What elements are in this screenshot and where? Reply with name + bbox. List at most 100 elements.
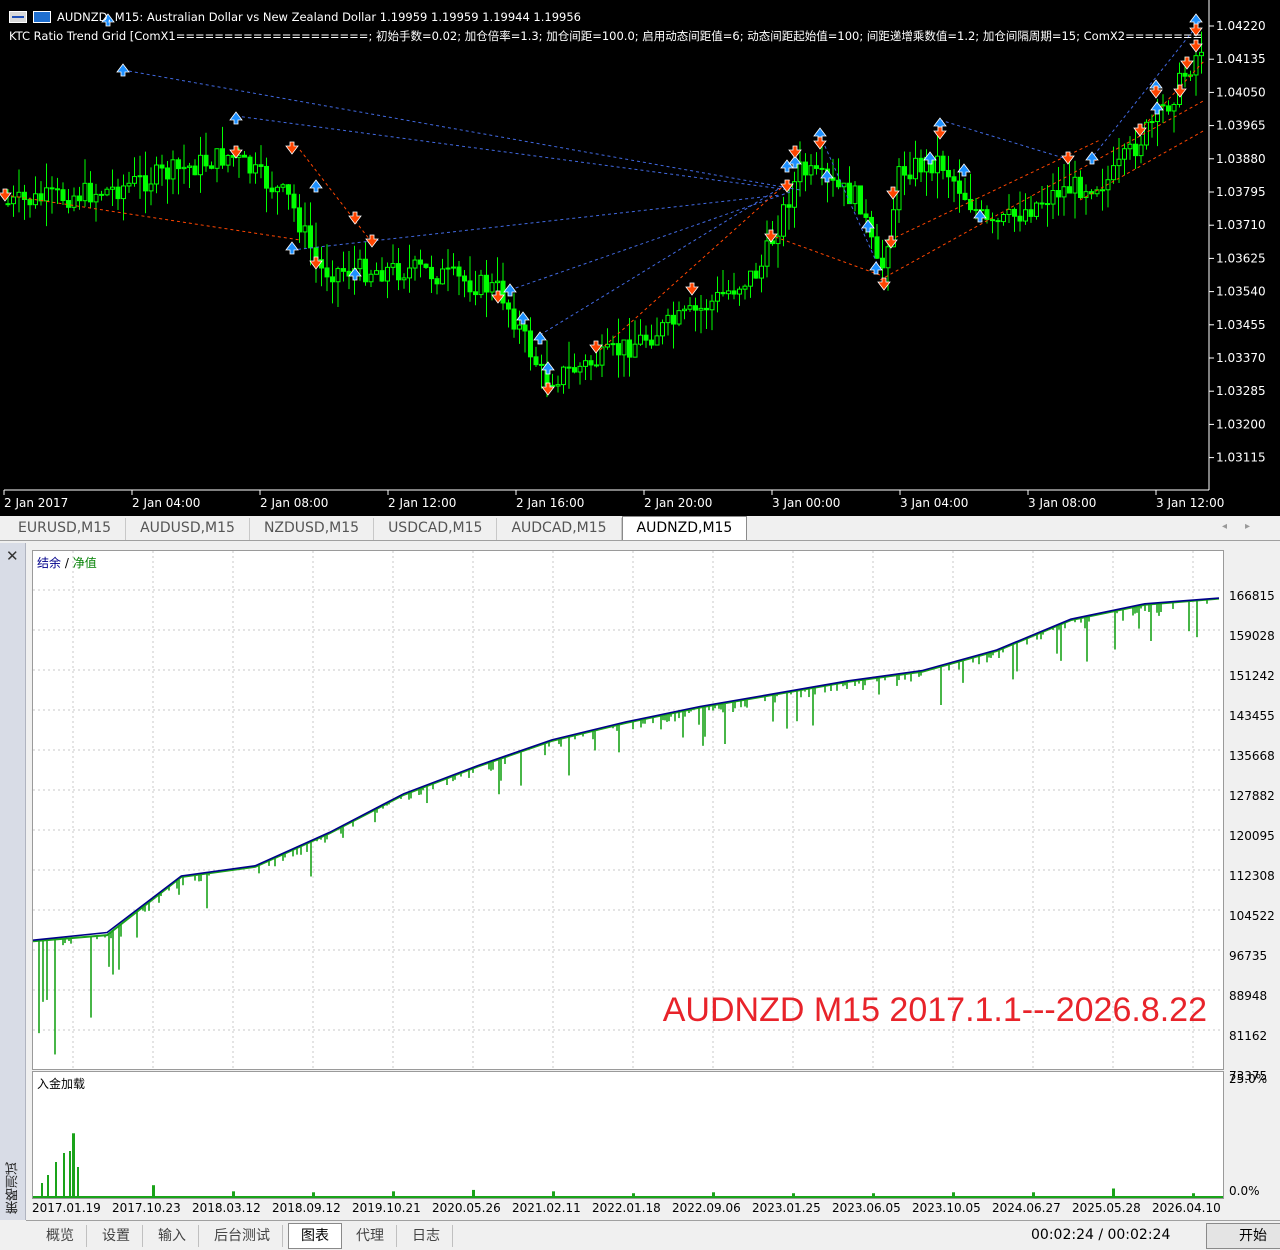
expert-icon [33, 10, 51, 23]
price-chart-canvas: 1.04220 1.04135 1.04050 1.03965 1.03880 1.037… [0, 0, 1266, 510]
tab-audusd[interactable]: AUDUSD,M15 [126, 518, 250, 540]
deposit-load-bar [1192, 1193, 1195, 1197]
price-tick-label: 1.04220 [1216, 19, 1266, 33]
date-tick-label: 2018.03.12 [192, 1201, 261, 1215]
close-icon[interactable]: ✕ [6, 547, 19, 565]
candle-body [1001, 214, 1006, 223]
deposit-load-bar [1032, 1192, 1035, 1197]
deposit-load-bar [232, 1191, 235, 1197]
candle-body [374, 270, 379, 275]
candle-body [1116, 158, 1122, 167]
equity-y-tick-label: 120095 [1229, 829, 1275, 843]
deposit-load-bar [712, 1192, 715, 1197]
equity-y-tick-label: 88948 [1229, 989, 1268, 1003]
candle-body [797, 161, 803, 183]
candle-body [159, 164, 165, 169]
candle-body [137, 175, 143, 178]
candle-body [572, 367, 577, 373]
test-period-watermark: AUDNZD M15 2017.1.1---2026.8.22 [662, 991, 1207, 1029]
candle-body [726, 290, 731, 295]
tab-journal[interactable]: 日志 [400, 1225, 453, 1247]
candle-body [1149, 121, 1155, 124]
candle-body [935, 155, 940, 174]
candle-body [709, 300, 715, 311]
deposit-load-bar [69, 1151, 71, 1197]
indicator-label: KTC Ratio Trend Grid [ComX1=============… [9, 28, 1203, 43]
price-tick-label: 1.03625 [1216, 251, 1266, 265]
candle-body [1100, 189, 1105, 192]
candle-body [665, 314, 671, 324]
sell-arrow-icon [1061, 151, 1075, 165]
candle-body [808, 165, 814, 176]
deposit-load-bar [47, 1175, 49, 1197]
date-tick-label: 2023.01.25 [752, 1201, 821, 1215]
tab-overview[interactable]: 概览 [34, 1225, 87, 1247]
sell-arrow-icon [685, 282, 699, 296]
buy-grid-line [819, 134, 881, 271]
candle-body [885, 246, 891, 269]
sell-grid-line [769, 234, 881, 276]
candle-body [632, 343, 638, 358]
tab-usdcad[interactable]: USDCAD,M15 [374, 518, 498, 540]
time-tick-label: 3 Jan 00:00 [772, 496, 840, 510]
candle-body [874, 236, 880, 259]
candle-body [401, 277, 407, 281]
sell-arrow-icon [813, 136, 827, 150]
time-tick-label: 2 Jan 2017 [4, 496, 68, 510]
candle-body [616, 343, 621, 356]
candle-body [165, 167, 170, 180]
candle-body [858, 185, 863, 215]
candle-body [11, 196, 16, 205]
time-tick-label: 2 Jan 08:00 [260, 496, 328, 510]
candle-body [687, 305, 693, 310]
price-chart[interactable]: 1.04220 1.04135 1.04050 1.03965 1.03880 1.037… [0, 0, 1280, 516]
time-tick-label: 2 Jan 12:00 [388, 496, 456, 510]
candle-body [489, 282, 495, 293]
candle-body [82, 182, 88, 202]
date-tick-label: 2022.09.06 [672, 1201, 741, 1215]
tab-audcad[interactable]: AUDCAD,M15 [497, 518, 622, 540]
date-tick-label: 2017.10.23 [112, 1201, 181, 1215]
candle-body [1061, 186, 1067, 198]
candle-body [154, 164, 159, 185]
deposit-load-bar [72, 1133, 75, 1197]
tab-audnzd[interactable]: AUDNZD,M15 [621, 516, 748, 540]
tab-eurusd[interactable]: EURUSD,M15 [4, 518, 127, 540]
candle-body [225, 154, 231, 166]
candle-body [737, 288, 742, 295]
equity-y-tick-label: 112308 [1229, 869, 1275, 883]
candle-body [473, 291, 478, 296]
candle-body [16, 191, 22, 198]
price-tick-label: 1.03880 [1216, 152, 1266, 166]
candle-body [539, 363, 544, 366]
candle-body [957, 180, 962, 194]
start-button[interactable]: 开始 [1206, 1223, 1280, 1249]
candle-body [577, 365, 583, 373]
candle-body [291, 193, 297, 209]
tab-graph[interactable]: 图表 [288, 1223, 342, 1249]
candle-body [214, 148, 220, 169]
candle-body [660, 322, 665, 337]
candle-body [962, 192, 968, 200]
candle-body [423, 263, 429, 268]
tab-settings[interactable]: 设置 [90, 1225, 143, 1247]
equity-y-tick-label: 135668 [1229, 749, 1275, 763]
tab-inputs[interactable]: 输入 [146, 1225, 199, 1247]
graph-legend: 结余 / 净值 [37, 554, 97, 571]
candle-body [759, 265, 764, 279]
candle-body [357, 258, 363, 270]
tab-backtest[interactable]: 后台测试 [202, 1225, 283, 1247]
candle-body [627, 339, 632, 358]
sell-arrow-icon [285, 141, 299, 155]
deposit-load-bar [792, 1193, 795, 1197]
tab-scroll-arrows[interactable]: ◂▸ [1222, 521, 1268, 532]
tab-agents[interactable]: 代理 [344, 1225, 397, 1247]
legend-separator: / [61, 556, 73, 570]
sell-arrow-icon [1173, 84, 1187, 98]
candle-body [720, 291, 726, 295]
candle-body [731, 290, 737, 295]
tab-nzdusd[interactable]: NZDUSD,M15 [250, 518, 375, 540]
buy-arrow-icon [116, 63, 130, 77]
buy-arrow-icon [1085, 151, 1099, 165]
deposit-load-bar [312, 1192, 315, 1197]
